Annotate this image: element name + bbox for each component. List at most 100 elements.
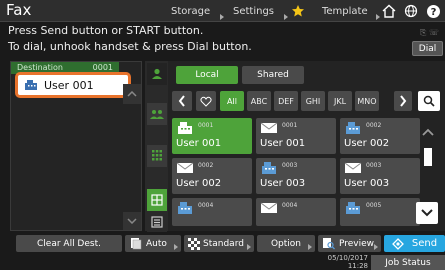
address-card[interactable]: 0005	[340, 198, 420, 226]
fax-icon	[178, 202, 192, 214]
filter-abc[interactable]: ABC	[247, 91, 271, 111]
keypad-mode-button[interactable]	[147, 145, 167, 167]
status-message-line2: To dial, unhook handset & press Dial but…	[8, 40, 252, 53]
filter-bar: All ABC DEF GHI JKL MNO	[172, 89, 440, 113]
address-card[interactable]: 0002 User 002	[340, 118, 420, 154]
grid-scroll-down[interactable]	[416, 202, 438, 224]
address-card[interactable]: 0001 User 001	[256, 118, 336, 154]
grid-scroll-up[interactable]	[418, 121, 438, 143]
entry-number: 0003	[282, 162, 298, 169]
filter-all[interactable]: All	[220, 91, 244, 111]
help-icon[interactable]: ?	[425, 3, 441, 19]
shared-button[interactable]: Shared	[242, 66, 304, 84]
address-card[interactable]: 0003 User 003	[256, 158, 336, 194]
send-button[interactable]: Send	[384, 235, 445, 252]
filter-prev-button[interactable]	[172, 91, 192, 111]
resolution-icon	[188, 237, 200, 250]
entry-name: User 002	[344, 138, 390, 149]
entry-name: User 003	[344, 178, 390, 189]
person-mode-button[interactable]	[147, 63, 167, 85]
heart-icon	[200, 96, 212, 107]
entry-name: User 003	[260, 178, 306, 189]
list-view-button[interactable]	[147, 211, 167, 233]
favorite-filter-button[interactable]	[196, 91, 216, 111]
email-icon	[344, 162, 362, 173]
filter-jkl[interactable]: JKL	[328, 91, 352, 111]
status-message-line1: Press Send button or START button.	[8, 24, 204, 37]
filter-mno[interactable]: MNO	[355, 91, 379, 111]
entry-number: 0003	[366, 162, 382, 169]
home-icon[interactable]	[381, 3, 397, 19]
standard-button[interactable]: Standard	[184, 235, 254, 252]
mode-strip	[145, 61, 169, 233]
preview-label: Preview	[339, 238, 375, 249]
tab-template[interactable]: Template	[322, 0, 380, 22]
email-icon	[260, 122, 278, 133]
address-card[interactable]: 0004	[256, 198, 336, 226]
entry-name: User 001	[176, 138, 222, 149]
filter-next-button[interactable]	[394, 91, 412, 111]
address-card[interactable]: 0002 User 002	[172, 158, 252, 194]
dial-button[interactable]: Dial	[412, 41, 443, 56]
entry-number: 0001	[198, 122, 214, 129]
local-button[interactable]: Local	[176, 66, 238, 84]
tab-storage-label: Storage	[171, 5, 211, 17]
email-icon	[176, 162, 194, 173]
preview-button[interactable]: Preview	[318, 235, 381, 252]
address-card[interactable]: 0001 User 001	[172, 118, 252, 154]
destination-item[interactable]: User 001	[15, 72, 131, 98]
entry-name: User 001	[260, 138, 306, 149]
fax-icon	[178, 122, 192, 134]
start-icon	[391, 237, 404, 250]
search-icon	[423, 95, 435, 107]
keypad-icon	[152, 150, 162, 161]
entry-number: 0002	[198, 162, 214, 169]
preview-icon	[323, 238, 335, 250]
option-button[interactable]: Option	[257, 235, 315, 252]
tab-storage[interactable]: Storage	[171, 0, 225, 22]
filter-ghi[interactable]: GHI	[301, 91, 325, 111]
chevron-down-icon	[127, 218, 137, 224]
filter-def[interactable]: DEF	[274, 91, 298, 111]
chevron-right-icon	[400, 95, 407, 107]
clear-all-dest-label: Clear All Dest.	[37, 238, 101, 249]
option-label: Option	[270, 238, 302, 249]
search-button[interactable]	[418, 91, 440, 111]
fax-icon	[346, 202, 360, 214]
clear-all-dest-button[interactable]: Clear All Dest.	[16, 235, 122, 252]
destination-scroll-down[interactable]	[123, 212, 141, 230]
fax-icon	[262, 162, 276, 174]
chevron-up-icon	[127, 91, 137, 97]
address-card[interactable]: 0004	[172, 198, 252, 226]
star-icon[interactable]	[290, 3, 306, 19]
email-icon	[260, 202, 278, 213]
group-mode-button[interactable]	[147, 103, 167, 125]
grid-scrollbar[interactable]	[424, 148, 432, 166]
destination-scroll-up[interactable]	[123, 84, 141, 104]
entry-name: User 002	[176, 178, 222, 189]
destination-item-label: User 001	[44, 78, 94, 92]
grid-view-button[interactable]	[147, 189, 167, 211]
address-book-panel: Local Shared All ABC DEF GHI JKL MNO 000…	[168, 61, 445, 231]
entry-number: 0004	[198, 202, 214, 209]
address-card[interactable]: 0003 User 003	[340, 158, 420, 194]
job-status-button[interactable]: Job Status	[371, 255, 445, 270]
entry-number: 0005	[366, 202, 382, 209]
destination-header-label: Destination	[17, 63, 63, 72]
auto-button[interactable]: Auto	[125, 235, 181, 252]
tab-settings[interactable]: Settings	[233, 0, 289, 22]
group-icon	[150, 110, 164, 119]
destination-panel: Destination 0001 User 001	[10, 61, 142, 231]
grid-icon	[151, 194, 163, 206]
globe-icon[interactable]	[403, 3, 419, 19]
app-title: Fax	[6, 1, 32, 19]
entry-number: 0001	[282, 122, 298, 129]
tab-settings-label: Settings	[233, 5, 275, 17]
person-icon	[152, 68, 162, 79]
datetime-display: 05/10/2017 11:28	[320, 254, 368, 270]
standard-label: Standard	[203, 238, 244, 249]
list-icon	[151, 216, 163, 228]
fax-icon	[346, 122, 360, 134]
chevron-down-icon	[421, 209, 433, 217]
date-text: 05/10/2017	[327, 254, 368, 262]
